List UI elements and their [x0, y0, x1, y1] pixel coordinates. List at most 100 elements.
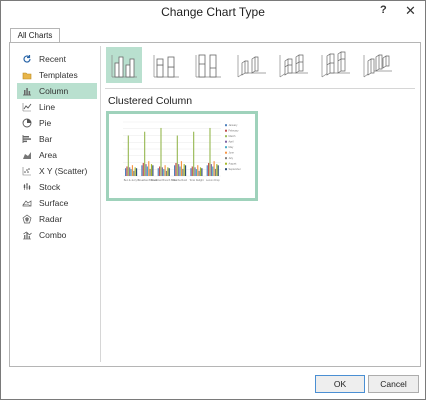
preview-legend-swatch [225, 146, 227, 149]
preview-bar [160, 127, 162, 176]
subtype-clustered-column[interactable] [106, 47, 142, 83]
panel-divider [100, 46, 101, 362]
sidebar-item-label: Templates [39, 70, 78, 80]
sidebar-item-label: Bar [39, 134, 53, 144]
preview-bar [149, 168, 151, 176]
preview-bar [214, 168, 217, 176]
preview-bar [182, 168, 184, 176]
preview-bar [179, 166, 181, 176]
sidebar-item-templates[interactable]: Templates [17, 67, 97, 83]
title-bar: Change Chart Type ? ✕ [1, 1, 425, 23]
preview-bar [127, 135, 129, 176]
preview-legend-swatch [225, 140, 227, 143]
area-chart-icon [23, 152, 31, 159]
preview-legend-label: September [229, 168, 241, 171]
sidebar-item-label: Pie [39, 118, 52, 128]
sidebar-item-label: X Y (Scatter) [39, 166, 88, 176]
sidebar-item-bar[interactable]: Bar [17, 131, 97, 147]
preview-bar [212, 166, 214, 176]
subtype-3d-100-stacked-column[interactable] [316, 47, 352, 83]
stock-chart-icon [23, 183, 31, 190]
subtype-100-stacked-column[interactable] [190, 47, 226, 83]
scatter-chart-icon [22, 167, 31, 176]
preview-bar [129, 167, 131, 176]
subtype-3d-column[interactable] [358, 47, 394, 83]
preview-bar [201, 168, 203, 176]
help-button[interactable]: ? [380, 4, 387, 16]
sidebar-item-radar[interactable]: Radar [17, 211, 97, 227]
preview-bar [213, 161, 215, 176]
sidebar-item-stock[interactable]: Stock [17, 179, 97, 195]
preview-bar [184, 165, 187, 176]
sidebar-item-combo[interactable]: Combo [17, 227, 97, 243]
subtype-3d-stacked-column[interactable] [274, 47, 310, 83]
preview-legend-label: March [229, 135, 237, 138]
preview-bar [217, 165, 219, 176]
sidebar-item-label: Stock [39, 182, 61, 192]
preview-legend-swatch [225, 135, 227, 138]
preview-bar [206, 165, 208, 176]
recent-icon [23, 55, 31, 63]
all-charts-panel: Recent Templates Column Line Pie Bar Are… [9, 42, 421, 367]
selected-subtype-title: Clustered Column [108, 95, 193, 107]
preview-legend-label: January [229, 124, 239, 127]
preview-bar [133, 170, 135, 176]
preview-bar [178, 164, 180, 176]
column-chart-icon [23, 88, 31, 96]
preview-bar [195, 169, 197, 176]
sidebar-item-pie[interactable]: Pie [17, 115, 97, 131]
preview-legend-label: July [229, 157, 234, 160]
3d-column-icon [363, 54, 392, 78]
preview-legend-swatch [225, 157, 227, 160]
radar-chart-icon [22, 214, 32, 224]
preview-bar [197, 165, 199, 176]
preview-category-label: Lemon Drop [206, 179, 220, 182]
sidebar-item-label: Radar [39, 214, 63, 224]
cancel-button[interactable]: Cancel [368, 375, 419, 393]
preview-legend-swatch [225, 168, 227, 171]
preview-legend-swatch [225, 151, 227, 154]
chart-type-list: Recent Templates Column Line Pie Bar Are… [17, 51, 97, 243]
subtype-stacked-column[interactable] [148, 47, 184, 83]
preview-bar [148, 161, 150, 176]
subtype-3d-clustered-column[interactable] [232, 47, 268, 83]
3d-100-stacked-column-icon [321, 51, 350, 78]
preview-bar [131, 165, 134, 176]
chart-preview-thumbnail[interactable]: Ben & Jerry's Breakfast Brunch Breakfast B… [106, 111, 258, 201]
preview-bar [164, 165, 166, 176]
sidebar-item-recent[interactable]: Recent [17, 51, 97, 67]
preview-bar [150, 164, 153, 176]
sidebar-item-label: Recent [39, 54, 66, 64]
preview-legend-swatch [225, 162, 227, 165]
close-button[interactable]: ✕ [405, 3, 416, 19]
sidebar-item-xy-scatter[interactable]: X Y (Scatter) [17, 163, 97, 179]
combo-chart-icon [23, 231, 32, 240]
preview-legend-label: April [229, 141, 234, 144]
preview-bar [157, 168, 159, 176]
3d-stacked-column-icon [279, 54, 308, 78]
preview-bar [134, 167, 136, 176]
preview-bar [194, 167, 196, 176]
preview-bar [141, 165, 143, 176]
preview-bar [142, 162, 144, 176]
chart-preview-image: Ben & Jerry's Breakfast BrunchBreakfast B… [123, 121, 241, 182]
tab-all-charts[interactable]: All Charts [10, 28, 60, 43]
preview-bar [216, 164, 218, 176]
line-chart-icon [22, 103, 32, 112]
preview-bar [208, 162, 210, 176]
sidebar-item-surface[interactable]: Surface [17, 195, 97, 211]
preview-bar [146, 166, 148, 176]
sidebar-item-line[interactable]: Line [17, 99, 97, 115]
surface-chart-icon [22, 200, 32, 207]
sidebar-item-label: Combo [39, 230, 67, 240]
preview-bar [210, 164, 212, 176]
preview-bar [180, 161, 183, 176]
ok-button[interactable]: OK [315, 375, 365, 393]
preview-bar [161, 167, 163, 176]
clustered-column-icon [111, 55, 137, 78]
preview-bar [175, 162, 177, 176]
preview-bar [165, 170, 168, 176]
sidebar-item-area[interactable]: Area [17, 147, 97, 163]
sidebar-item-column[interactable]: Column [17, 83, 97, 99]
gallery-separator [105, 88, 415, 89]
